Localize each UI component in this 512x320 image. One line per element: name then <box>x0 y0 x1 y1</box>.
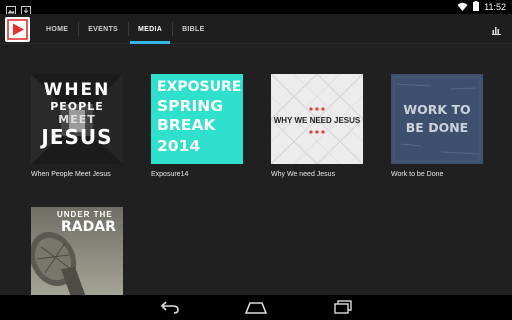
back-button[interactable] <box>160 300 180 319</box>
media-grid: WHEN PEOPLE MEET JESUS When People Meet … <box>0 45 512 295</box>
media-title: Why We need Jesus <box>271 171 336 178</box>
app-logo-icon <box>7 19 28 40</box>
status-time: 11:52 <box>484 2 506 12</box>
tab-home[interactable]: HOME <box>36 14 78 44</box>
media-thumbnail[interactable]: UNDER THE RADAR <box>31 207 123 295</box>
media-thumbnail[interactable]: WHEN PEOPLE MEET JESUS <box>31 74 123 164</box>
app-logo[interactable] <box>5 17 30 42</box>
media-item[interactable]: WORK TO BE DONE Work to be Done <box>391 74 483 179</box>
tab-home-label: HOME <box>46 25 69 33</box>
recents-icon <box>334 300 352 314</box>
art-line-3: MEET <box>58 113 96 126</box>
tab-bible-label: BIBLE <box>182 25 205 33</box>
media-item[interactable]: EXPOSURE SPRING BREAK 2014 Exposure14 <box>151 74 243 179</box>
equalizer-button[interactable] <box>492 22 502 40</box>
home-button[interactable] <box>244 301 268 319</box>
media-title: When People Meet Jesus <box>31 171 111 178</box>
art-line-2: BE DONE <box>405 120 469 135</box>
blueprint-texture <box>391 74 483 164</box>
art-line-2: PEOPLE <box>50 100 104 113</box>
tab-bible[interactable]: BIBLE <box>172 14 215 44</box>
media-item[interactable]: WHEN PEOPLE MEET JESUS When People Meet … <box>31 74 123 179</box>
recents-button[interactable] <box>333 300 353 319</box>
art-line-1: WHY WE NEED JESUS <box>273 116 361 125</box>
art-line-4: 2014 <box>157 137 201 155</box>
art-line-1: EXPOSURE <box>157 79 242 95</box>
tab-events-label: EVENTS <box>88 25 119 33</box>
art-line-1: UNDER THE <box>57 210 113 219</box>
tab-media[interactable]: MEDIA <box>128 14 172 44</box>
art-line-1: WORK TO <box>403 102 471 117</box>
equalizer-icon <box>492 27 501 35</box>
art-line-2: RADAR <box>61 219 116 235</box>
action-bar: HOME EVENTS MEDIA BIBLE <box>0 14 512 44</box>
tab-bar: HOME EVENTS MEDIA BIBLE <box>36 14 215 44</box>
tab-events[interactable]: EVENTS <box>78 14 128 44</box>
art-line-2: SPRING <box>157 97 223 115</box>
media-thumbnail[interactable]: WHY WE NEED JESUS <box>271 74 363 164</box>
back-icon <box>160 301 179 314</box>
system-nav-bar <box>0 295 512 320</box>
tab-media-label: MEDIA <box>138 25 163 33</box>
art-line-3: BREAK <box>157 116 216 134</box>
home-icon <box>244 302 268 314</box>
battery-icon <box>473 1 480 13</box>
media-thumbnail[interactable]: EXPOSURE SPRING BREAK 2014 <box>151 74 243 164</box>
wifi-icon <box>457 2 468 13</box>
media-title: Exposure14 <box>151 171 189 178</box>
media-item[interactable]: WHY WE NEED JESUS Why We need Jesus <box>271 74 363 179</box>
status-bar: 11:52 <box>0 0 512 15</box>
art-line-4: JESUS <box>41 125 113 149</box>
art-line-1: WHEN <box>43 80 111 100</box>
media-thumbnail[interactable]: WORK TO BE DONE <box>391 74 483 164</box>
media-item[interactable]: UNDER THE RADAR <box>31 207 123 295</box>
media-title: Work to be Done <box>391 171 444 178</box>
